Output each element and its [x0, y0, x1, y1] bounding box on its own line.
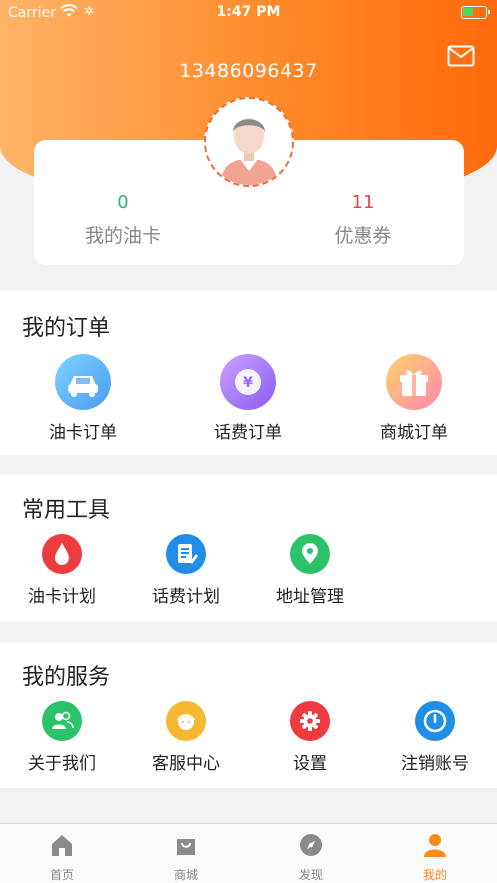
my-orders-section: 我的订单 油卡订单 ¥ 话费订单 商城订单: [0, 291, 497, 455]
deactivate-account-button[interactable]: 注销账号: [385, 701, 485, 774]
phone-bill-plan-label: 话费计划: [152, 587, 220, 607]
avatar-person-icon: [206, 99, 292, 185]
oil-card-label: 我的油卡: [84, 225, 161, 247]
bottom-tab-bar: 首页 商城 发现 我的: [0, 823, 497, 883]
coupon-stat[interactable]: 11 优惠券: [273, 192, 453, 248]
status-time: 1:47 PM: [216, 4, 281, 20]
car-icon: [55, 354, 111, 410]
settings-label: 设置: [293, 754, 327, 774]
user-phone-number: 13486096437: [179, 60, 318, 82]
tab-discover-label: 发现: [298, 868, 323, 882]
customer-service-button[interactable]: 客服中心: [136, 701, 236, 774]
tab-discover[interactable]: 发现: [271, 832, 351, 883]
phone-bill-orders-button[interactable]: ¥ 话费订单: [198, 354, 298, 443]
mall-orders-label: 商城订单: [380, 423, 448, 443]
oil-card-stat[interactable]: 0 我的油卡: [33, 192, 213, 248]
deactivate-account-label: 注销账号: [401, 754, 469, 774]
phone-bill-plan-button[interactable]: 话费计划: [136, 534, 236, 607]
oil-card-plan-button[interactable]: 油卡计划: [12, 534, 112, 607]
support-agent-icon: [166, 701, 206, 741]
oil-card-plan-label: 油卡计划: [28, 587, 96, 607]
home-icon: [52, 835, 72, 856]
phone-bill-orders-label: 话费订单: [214, 423, 282, 443]
about-us-button[interactable]: 关于我们: [12, 701, 112, 774]
tab-mall[interactable]: 商城: [146, 832, 226, 883]
avatar[interactable]: [204, 97, 294, 187]
address-management-button[interactable]: 地址管理: [260, 534, 360, 607]
drop-icon: [42, 534, 82, 574]
oil-card-orders-button[interactable]: 油卡订单: [33, 354, 133, 443]
svg-text:¥: ¥: [243, 375, 253, 391]
location-pin-icon: [290, 534, 330, 574]
battery-icon: [461, 6, 490, 19]
my-services-title: 我的服务: [22, 665, 111, 690]
customer-service-label: 客服中心: [152, 754, 220, 774]
notepad-icon: [166, 534, 206, 574]
oil-card-orders-label: 油卡订单: [49, 423, 117, 443]
compass-icon: [300, 834, 322, 856]
tab-mine-label: 我的: [422, 868, 447, 882]
my-orders-title: 我的订单: [22, 316, 111, 341]
tab-home[interactable]: 首页: [22, 832, 102, 883]
settings-button[interactable]: 设置: [260, 701, 360, 774]
status-bar: Carrier ✲ 1:47 PM: [0, 0, 497, 26]
common-tools-section: 常用工具 油卡计划 话费计划 地址管理: [0, 475, 497, 621]
address-management-label: 地址管理: [276, 587, 344, 607]
tab-home-label: 首页: [49, 868, 74, 882]
coupon-count: 11: [351, 192, 375, 213]
shopping-bag-icon: [177, 839, 195, 855]
tab-mall-label: 商城: [173, 868, 198, 882]
common-tools-title: 常用工具: [22, 498, 111, 523]
oil-card-count: 0: [117, 192, 129, 213]
tab-mine[interactable]: 我的: [395, 832, 475, 883]
yen-coin-icon: ¥: [220, 354, 276, 410]
mall-orders-button[interactable]: 商城订单: [364, 354, 464, 443]
users-icon: [42, 701, 82, 741]
mail-icon[interactable]: [447, 45, 475, 67]
my-services-section: 我的服务 关于我们 客服中心 设置 注销账号: [0, 642, 497, 788]
power-icon: [415, 701, 455, 741]
gift-icon: [386, 354, 442, 410]
about-us-label: 关于我们: [28, 754, 96, 774]
gear-icon: [290, 701, 330, 741]
person-icon: [424, 834, 446, 857]
coupon-label: 优惠券: [334, 225, 392, 247]
